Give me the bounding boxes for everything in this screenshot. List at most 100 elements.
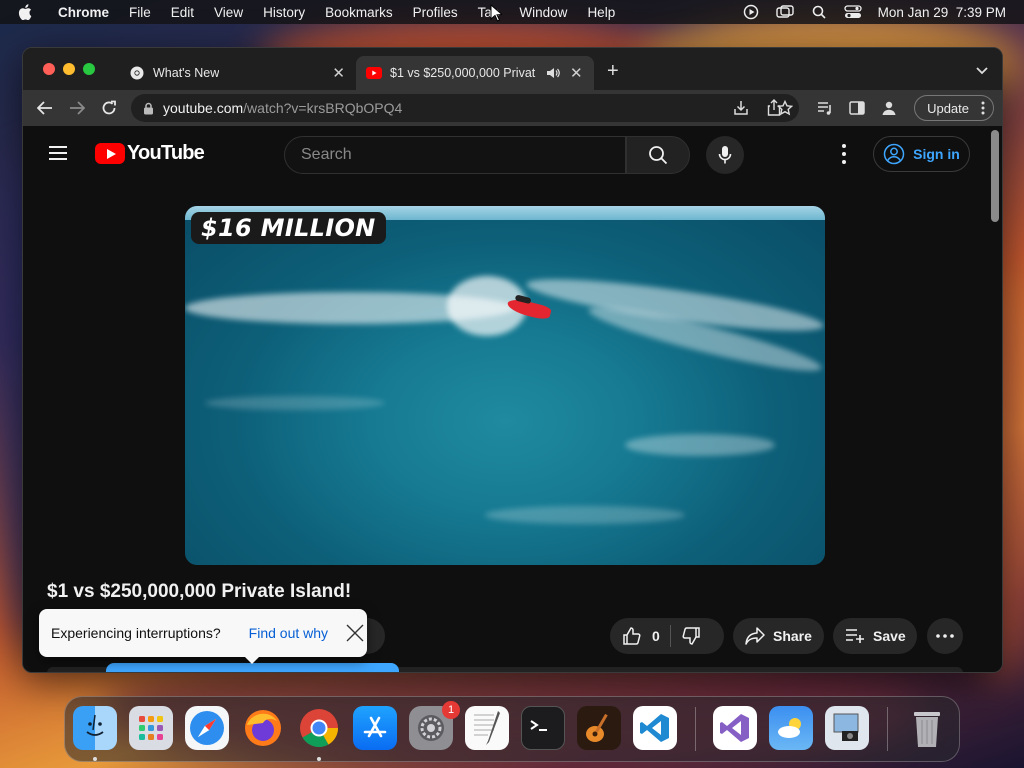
tab-strip: What's New ✕ $1 vs $250,000,000 Privat ✕… [23, 48, 1002, 90]
menu-bar: Chrome File Edit View History Bookmarks … [0, 0, 1024, 24]
microphone-icon [718, 145, 732, 165]
youtube-play-icon [95, 143, 125, 164]
browser-window: What's New ✕ $1 vs $250,000,000 Privat ✕… [22, 47, 1003, 673]
tooltip-text: Experiencing interruptions? [51, 625, 221, 641]
voice-search-button[interactable] [706, 136, 744, 174]
highlight-bar-partial [106, 663, 399, 672]
url-path: /watch?v=krsBRQbOPQ4 [243, 100, 403, 116]
reload-icon[interactable] [93, 94, 125, 122]
page-scrollbar[interactable] [991, 130, 999, 222]
apple-menu-icon[interactable] [18, 4, 36, 20]
hamburger-menu-icon[interactable] [49, 146, 67, 160]
mouse-cursor-icon [490, 3, 504, 27]
app-store-icon[interactable] [353, 706, 397, 750]
terminal-icon[interactable] [521, 706, 565, 750]
address-bar[interactable]: youtube.com/watch?v=krsBRQbOPQ4 [131, 94, 799, 122]
youtube-logo[interactable]: YouTube [95, 142, 205, 165]
screen-mirroring-icon[interactable] [775, 5, 794, 19]
finder-running-dot [93, 757, 97, 761]
dislike-button[interactable] [681, 626, 701, 646]
menu-bookmarks[interactable]: Bookmarks [315, 5, 403, 20]
bookmark-star-icon[interactable] [769, 94, 801, 122]
save-label: Save [873, 628, 906, 644]
menu-clock[interactable]: Mon Jan 29 7:39 PM [878, 5, 1006, 20]
menu-file[interactable]: File [119, 5, 161, 20]
video-player[interactable]: $16 MILLION [185, 206, 825, 565]
tab-whats-new[interactable]: What's New ✕ [119, 56, 355, 90]
settings-notification-badge: 1 [442, 701, 460, 719]
textedit-icon[interactable] [465, 706, 509, 750]
menu-help[interactable]: Help [577, 5, 625, 20]
visual-studio-icon[interactable] [713, 706, 757, 750]
menu-view[interactable]: View [204, 5, 253, 20]
firefox-icon[interactable] [241, 706, 285, 750]
close-tab-icon[interactable]: ✕ [332, 64, 345, 82]
menu-tab[interactable]: Tab [468, 5, 510, 20]
weather-icon[interactable] [769, 706, 813, 750]
finder-icon[interactable] [73, 706, 117, 750]
launchpad-icon[interactable] [129, 706, 173, 750]
menu-edit[interactable]: Edit [161, 5, 204, 20]
tab-title: What's New [153, 66, 220, 80]
chrome-icon[interactable] [297, 706, 341, 750]
like-button[interactable]: 0 [610, 626, 660, 646]
safari-icon[interactable] [185, 706, 229, 750]
update-label: Update [927, 100, 969, 116]
youtube-icon [366, 65, 382, 81]
find-out-why-link[interactable]: Find out why [249, 625, 328, 641]
youtube-header: YouTube Search Sign in [23, 126, 1002, 182]
back-arrow-icon[interactable] [29, 94, 61, 122]
search-input[interactable]: Search [284, 136, 626, 174]
tab-youtube-video[interactable]: $1 vs $250,000,000 Privat ✕ [356, 56, 594, 90]
like-divider [669, 625, 671, 647]
control-center-icon[interactable] [844, 5, 862, 19]
trash-icon[interactable] [905, 706, 949, 750]
more-actions-button[interactable] [927, 618, 963, 654]
side-panel-icon[interactable] [841, 94, 873, 122]
share-label: Share [773, 628, 812, 644]
sign-in-label: Sign in [913, 146, 960, 162]
share-button[interactable]: Share [733, 618, 824, 654]
preview-icon[interactable] [825, 706, 869, 750]
update-button[interactable]: Update [914, 95, 994, 121]
search-icon [648, 145, 668, 165]
install-app-icon[interactable] [733, 100, 749, 116]
playlist-add-icon [845, 628, 865, 644]
forward-arrow-icon[interactable] [61, 94, 93, 122]
close-tab-icon[interactable]: ✕ [570, 64, 583, 82]
menu-window[interactable]: Window [509, 5, 577, 20]
menu-app-name[interactable]: Chrome [50, 5, 119, 20]
close-icon[interactable] [345, 623, 365, 643]
chrome-running-dot [317, 757, 321, 761]
sign-in-button[interactable]: Sign in [873, 136, 970, 172]
video-title: $1 vs $250,000,000 Private Island! [47, 581, 352, 602]
profile-avatar-icon[interactable] [873, 94, 905, 122]
garageband-icon[interactable] [577, 706, 621, 750]
youtube-wordmark: YouTube [127, 142, 205, 164]
minimize-window-button[interactable] [63, 63, 75, 75]
tab-search-chevron-icon[interactable] [976, 62, 988, 80]
youtube-page: YouTube Search Sign in $16 MILLION $1 vs… [23, 126, 1002, 672]
interruptions-tooltip: Experiencing interruptions? Find out why [39, 609, 367, 664]
like-count: 0 [652, 628, 660, 644]
browser-toolbar: youtube.com/watch?v=krsBRQbOPQ4 Update [23, 90, 1002, 126]
search-button[interactable] [626, 136, 690, 174]
menu-history[interactable]: History [253, 5, 315, 20]
zoom-window-button[interactable] [83, 63, 95, 75]
spotlight-search-icon[interactable] [810, 5, 828, 19]
dock-separator [695, 707, 696, 751]
close-window-button[interactable] [43, 63, 55, 75]
thumbs-up-icon [622, 626, 642, 646]
play-status-icon[interactable] [742, 4, 760, 20]
dock-separator [887, 707, 888, 751]
save-button[interactable]: Save [833, 618, 917, 654]
speaker-icon[interactable] [546, 67, 560, 79]
video-overlay-caption: $16 MILLION [191, 212, 386, 244]
settings-more-icon[interactable] [839, 144, 849, 164]
new-tab-button[interactable]: + [607, 60, 619, 83]
vscode-icon[interactable] [633, 706, 677, 750]
media-controls-icon[interactable] [809, 94, 841, 122]
lock-icon[interactable] [143, 102, 155, 115]
tab-title: $1 vs $250,000,000 Privat [390, 66, 536, 80]
menu-profiles[interactable]: Profiles [403, 5, 468, 20]
